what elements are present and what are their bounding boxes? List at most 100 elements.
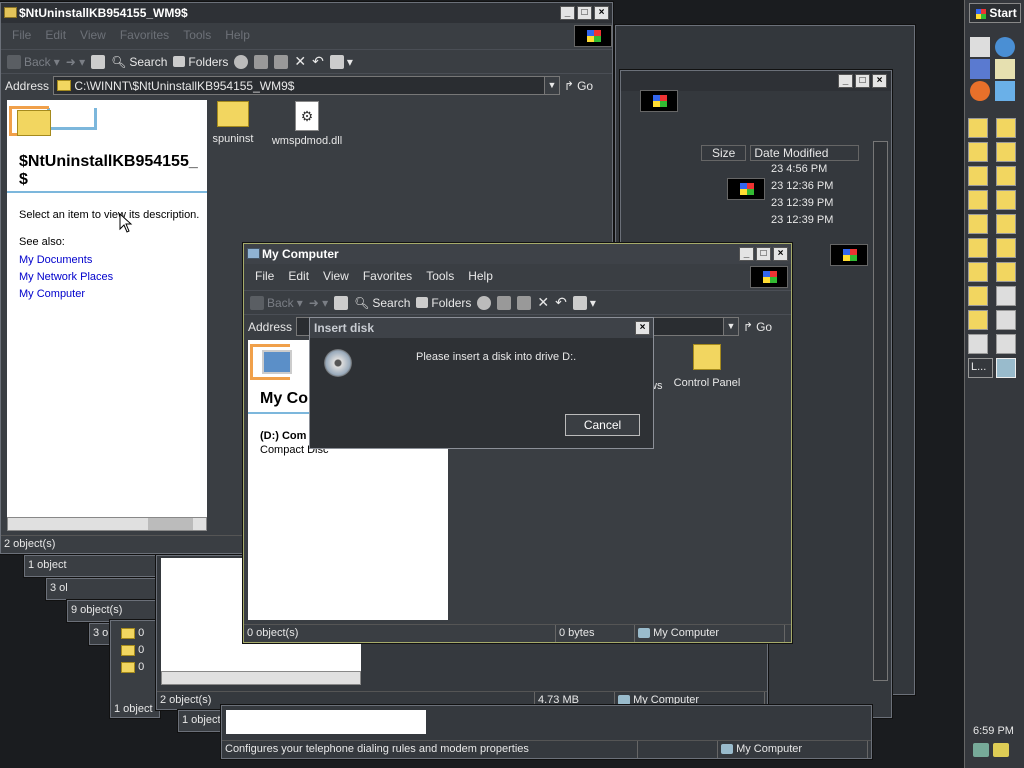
horizontal-scrollbar[interactable]: [7, 517, 207, 531]
address-dropdown[interactable]: ▼: [723, 318, 738, 335]
views-button[interactable]: ▾: [572, 295, 596, 310]
outlook-icon[interactable]: [970, 59, 990, 79]
up-folder-icon[interactable]: [91, 54, 106, 69]
copy-to-icon[interactable]: [274, 54, 289, 69]
copy-to-icon[interactable]: [517, 295, 532, 310]
control-panel-window[interactable]: Configures your telephone dialing rules …: [221, 705, 872, 759]
search-button[interactable]: 🔍︎ Search: [111, 55, 167, 69]
back-button[interactable]: Back ▾: [250, 295, 303, 310]
column-date-modified[interactable]: Date Modified: [750, 145, 860, 161]
minimize-button[interactable]: _: [739, 247, 754, 261]
messenger-icon[interactable]: [995, 81, 1015, 101]
move-to-icon[interactable]: [254, 54, 269, 69]
start-button[interactable]: Start: [969, 3, 1021, 23]
window-task-button[interactable]: [996, 118, 1016, 138]
window-task-button[interactable]: [996, 166, 1016, 186]
file-item-spuninst[interactable]: spuninst: [208, 101, 258, 145]
menu-favorites[interactable]: Favorites: [115, 28, 174, 42]
stacked-window[interactable]: 1 object: [24, 555, 158, 577]
show-desktop-icon[interactable]: [970, 37, 990, 57]
address-dropdown[interactable]: ▼: [544, 77, 559, 94]
back-button[interactable]: Back ▾: [7, 54, 60, 69]
file-item-wmspdmod[interactable]: ⚙ wmspdmod.dll: [269, 101, 345, 147]
menu-file[interactable]: File: [7, 28, 36, 42]
window-task-button[interactable]: [996, 358, 1016, 378]
minimize-button[interactable]: _: [560, 6, 575, 20]
folders-button[interactable]: Folders: [173, 55, 228, 69]
menu-edit[interactable]: Edit: [40, 28, 71, 42]
window-task-button[interactable]: [968, 190, 988, 210]
insert-disk-dialog[interactable]: Insert disk × Please insert a disk into …: [309, 317, 654, 449]
window-task-button[interactable]: [968, 118, 988, 138]
cancel-button[interactable]: Cancel: [565, 414, 640, 436]
menu-file[interactable]: File: [250, 269, 279, 283]
search-icon[interactable]: [995, 59, 1015, 79]
vertical-scrollbar[interactable]: [873, 141, 888, 681]
close-button[interactable]: ×: [594, 6, 609, 20]
minimize-button[interactable]: _: [838, 74, 853, 88]
window-task-button[interactable]: [968, 142, 988, 162]
internet-explorer-icon[interactable]: [995, 37, 1015, 57]
move-to-icon[interactable]: [497, 295, 512, 310]
close-button[interactable]: ×: [773, 247, 788, 261]
delete-icon[interactable]: ✕: [294, 53, 306, 70]
link-my-computer[interactable]: My Computer: [19, 288, 85, 300]
window-task-button[interactable]: [968, 334, 988, 354]
address-input[interactable]: C:\WINNT\$NtUninstallKB954155_WM9$ ▼: [53, 76, 560, 95]
window-task-button[interactable]: [968, 166, 988, 186]
window-task-button[interactable]: [996, 238, 1016, 258]
volume-tray-icon[interactable]: [993, 743, 1009, 757]
link-my-documents[interactable]: My Documents: [19, 254, 92, 266]
menu-help[interactable]: Help: [220, 28, 255, 42]
menu-help[interactable]: Help: [463, 269, 498, 283]
up-folder-icon[interactable]: [334, 295, 349, 310]
close-button[interactable]: ×: [635, 321, 650, 335]
dialog-title-bar[interactable]: Insert disk: [310, 318, 653, 338]
firefox-icon[interactable]: [970, 81, 990, 101]
link-my-network-places[interactable]: My Network Places: [19, 271, 113, 283]
horizontal-scrollbar[interactable]: [161, 671, 361, 685]
folders-button[interactable]: Folders: [416, 296, 471, 310]
window-task-button[interactable]: [996, 190, 1016, 210]
go-button[interactable]: ↱ Go: [564, 79, 608, 93]
menu-view[interactable]: View: [318, 269, 354, 283]
maximize-button[interactable]: □: [756, 247, 771, 261]
menu-view[interactable]: View: [75, 28, 111, 42]
maximize-button[interactable]: □: [855, 74, 870, 88]
window-task-button[interactable]: [996, 214, 1016, 234]
views-button[interactable]: ▾: [329, 54, 353, 69]
stacked-window[interactable]: 3 ol: [46, 578, 158, 600]
window-task-button[interactable]: [968, 214, 988, 234]
close-button[interactable]: ×: [872, 74, 887, 88]
window-task-button[interactable]: [996, 142, 1016, 162]
stacked-window[interactable]: 9 object(s): [67, 600, 157, 622]
delete-icon[interactable]: ✕: [537, 294, 549, 311]
menu-favorites[interactable]: Favorites: [358, 269, 417, 283]
control-panel-item[interactable]: Control Panel: [670, 344, 744, 389]
search-button[interactable]: 🔍︎ Search: [354, 296, 410, 310]
maximize-button[interactable]: □: [577, 6, 592, 20]
menu-tools[interactable]: Tools: [421, 269, 459, 283]
forward-button[interactable]: ➜ ▾: [66, 55, 85, 69]
stacked-window[interactable]: 0 0 0 1 object: [110, 620, 160, 718]
undo-icon[interactable]: ↶: [312, 53, 324, 70]
task-label[interactable]: L...: [968, 358, 993, 378]
title-bar[interactable]: $NtUninstallKB954155_WM9$: [1, 3, 612, 23]
history-icon[interactable]: [234, 54, 249, 69]
title-bar[interactable]: My Computer: [244, 244, 791, 264]
stacked-window[interactable]: 1 object: [178, 710, 226, 732]
window-task-button[interactable]: [996, 262, 1016, 282]
undo-icon[interactable]: ↶: [555, 294, 567, 311]
network-tray-icon[interactable]: [973, 743, 989, 757]
window-task-button[interactable]: [968, 310, 988, 330]
menu-edit[interactable]: Edit: [283, 269, 314, 283]
column-size[interactable]: Size: [701, 145, 747, 161]
go-button[interactable]: ↱ Go: [743, 320, 787, 334]
window-task-button[interactable]: [968, 238, 988, 258]
history-icon[interactable]: [477, 295, 492, 310]
window-task-button[interactable]: [968, 286, 988, 306]
forward-button[interactable]: ➜ ▾: [309, 296, 328, 310]
window-task-button[interactable]: [996, 286, 1016, 306]
window-task-button[interactable]: [968, 262, 988, 282]
menu-tools[interactable]: Tools: [178, 28, 216, 42]
